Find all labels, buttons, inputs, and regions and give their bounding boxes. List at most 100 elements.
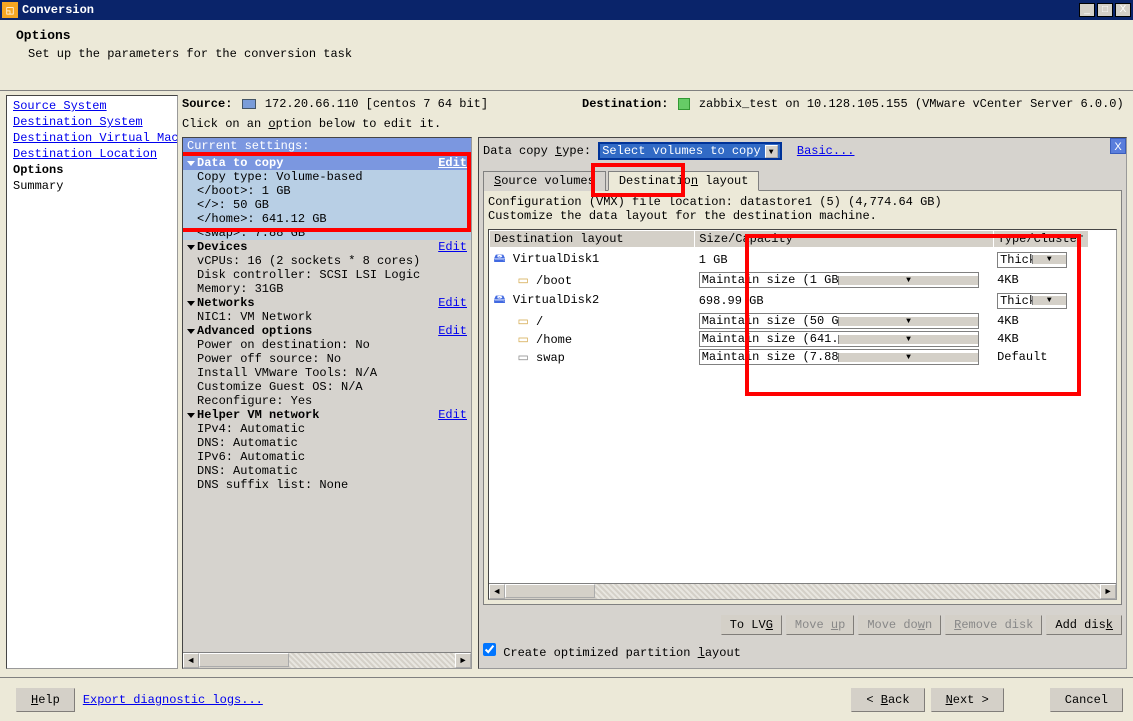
volume-icon: ▭: [518, 274, 529, 288]
maximize-button[interactable]: □: [1097, 3, 1113, 17]
volume-icon: ▭: [518, 333, 529, 347]
back-button[interactable]: < Back: [851, 688, 924, 712]
edit-link-advanced[interactable]: Edit: [438, 324, 467, 338]
size-select[interactable]: Maintain size (7.88 GB)▼: [699, 349, 979, 365]
advanced-line: Install VMware Tools: N/A: [183, 366, 471, 380]
devices-line: vCPUs: 16 (2 sockets * 8 cores): [183, 254, 471, 268]
advanced-line: Power off source: No: [183, 352, 471, 366]
advanced-line: Power on destination: No: [183, 338, 471, 352]
remove-disk-button[interactable]: Remove disk: [945, 615, 1042, 635]
edit-instruction: Click on an option below to edit it.: [182, 117, 1127, 131]
tab-destination-layout[interactable]: Destination layout: [608, 171, 760, 191]
chevron-down-icon: [187, 161, 195, 166]
size-select[interactable]: Maintain size (1 GB)▼: [699, 272, 979, 288]
table-hscroll[interactable]: ◄►: [489, 583, 1116, 599]
helper-line: DNS suffix list: None: [183, 478, 471, 492]
cancel-button[interactable]: Cancel: [1050, 688, 1123, 712]
customize-line: Customize the data layout for the destin…: [488, 209, 1117, 223]
section-data-to-copy[interactable]: Data to copyEdit: [183, 156, 471, 170]
source-label: Source:: [182, 97, 232, 111]
add-disk-button[interactable]: Add disk: [1046, 615, 1122, 635]
col-size[interactable]: Size/Capacity: [695, 231, 993, 248]
page-title: Options: [16, 28, 1117, 43]
section-advanced[interactable]: Advanced optionsEdit: [183, 324, 471, 338]
settings-hscroll[interactable]: ◄►: [183, 652, 471, 668]
data-line: </home>: 641.12 GB: [183, 212, 471, 226]
chevron-down-icon: [187, 245, 195, 250]
copy-type-select[interactable]: Select volumes to copy▼: [598, 142, 781, 160]
close-button[interactable]: X: [1115, 3, 1131, 17]
wizard-steps-sidebar: Source System Destination System Destina…: [6, 95, 178, 669]
type-select[interactable]: Thick▼: [997, 293, 1067, 309]
page-subtitle: Set up the parameters for the conversion…: [28, 47, 1117, 61]
app-icon: ◱: [2, 2, 18, 18]
footer-bar: Help Export diagnostic logs... < Back Ne…: [0, 677, 1133, 721]
move-down-button[interactable]: Move down: [858, 615, 941, 635]
chevron-down-icon: [187, 413, 195, 418]
type-select[interactable]: Thick▼: [997, 252, 1067, 268]
devices-line: Disk controller: SCSI LSI Logic: [183, 268, 471, 282]
chevron-down-icon: ▼: [765, 145, 778, 158]
export-logs-link[interactable]: Export diagnostic logs...: [83, 693, 263, 707]
help-button[interactable]: Help: [16, 688, 75, 712]
helper-line: DNS: Automatic: [183, 436, 471, 450]
sidebar-item-destination-system[interactable]: Destination System: [9, 114, 175, 130]
window-title: Conversion: [22, 3, 1079, 17]
sidebar-item-options[interactable]: Options: [9, 162, 175, 178]
to-lvg-button[interactable]: To LVG: [721, 615, 782, 635]
destination-layout-table: Destination layout Size/Capacity Type/Cl…: [488, 229, 1117, 600]
optimized-layout-label: Create optimized partition layout: [503, 646, 741, 660]
helper-line: IPv6: Automatic: [183, 450, 471, 464]
swap-icon: ▭: [518, 351, 529, 365]
data-line: </boot>: 1 GB: [183, 184, 471, 198]
networks-line: NIC1: VM Network: [183, 310, 471, 324]
chevron-down-icon: [187, 301, 195, 306]
page-header: Options Set up the parameters for the co…: [0, 20, 1133, 71]
titlebar: ◱ Conversion _ □ X: [0, 0, 1133, 20]
section-networks[interactable]: NetworksEdit: [183, 296, 471, 310]
volume-icon: ▭: [518, 315, 529, 329]
data-line: </>: 50 GB: [183, 198, 471, 212]
optimized-layout-checkbox[interactable]: [483, 643, 496, 656]
size-select[interactable]: Maintain size (50 GB)▼: [699, 313, 979, 329]
settings-panel: Current settings: Data to copyEdit Copy …: [182, 137, 472, 669]
col-type[interactable]: Type/Cluster: [993, 231, 1088, 248]
dest-value: zabbix_test on 10.128.105.155 (VMware vC…: [699, 97, 1124, 111]
edit-link-data[interactable]: Edit: [438, 156, 467, 170]
helper-line: DNS: Automatic: [183, 464, 471, 478]
config-file-line: Configuration (VMX) file location: datas…: [488, 195, 1117, 209]
advanced-line: Customize Guest OS: N/A: [183, 380, 471, 394]
copy-type-label: Data copy type:: [483, 144, 591, 158]
edit-link-networks[interactable]: Edit: [438, 296, 467, 310]
section-devices[interactable]: DevicesEdit: [183, 240, 471, 254]
data-line: <swap>: 7.88 GB: [183, 226, 471, 240]
table-row: ▭ /home Maintain size (641.12 GB)▼ 4KB: [490, 330, 1089, 348]
section-helper-vm[interactable]: Helper VM networkEdit: [183, 408, 471, 422]
tab-source-volumes[interactable]: Source volumes: [483, 171, 606, 191]
edit-link-devices[interactable]: Edit: [438, 240, 467, 254]
panel-close-icon[interactable]: X: [1110, 138, 1126, 154]
size-select[interactable]: Maintain size (641.12 GB)▼: [699, 331, 979, 347]
table-row: ▭ swap Maintain size (7.88 GB)▼ Default: [490, 348, 1089, 366]
sidebar-item-summary[interactable]: Summary: [9, 178, 175, 194]
advanced-line: Reconfigure: Yes: [183, 394, 471, 408]
edit-link-helper[interactable]: Edit: [438, 408, 467, 422]
vm-icon: [678, 98, 690, 110]
sidebar-item-destination-location[interactable]: Destination Location: [9, 146, 175, 162]
source-dest-line: Source: 172.20.66.110 [centos 7 64 bit] …: [182, 95, 1127, 113]
table-row: ▭ / Maintain size (50 GB)▼ 4KB: [490, 312, 1089, 330]
host-icon: [242, 99, 256, 109]
next-button[interactable]: Next >: [931, 688, 1004, 712]
move-up-button[interactable]: Move up: [786, 615, 854, 635]
devices-line: Memory: 31GB: [183, 282, 471, 296]
table-row: 🖴 VirtualDisk2 698.99 GB Thick▼: [490, 289, 1089, 312]
sidebar-item-source-system[interactable]: Source System: [9, 98, 175, 114]
table-row: ▭ /boot Maintain size (1 GB)▼ 4KB: [490, 271, 1089, 289]
dest-label: Destination:: [582, 97, 668, 111]
basic-link[interactable]: Basic...: [797, 144, 855, 158]
data-line: Copy type: Volume-based: [183, 170, 471, 184]
sidebar-item-destination-vm[interactable]: Destination Virtual Machine: [9, 130, 175, 146]
disk-icon: 🖴: [494, 293, 506, 307]
minimize-button[interactable]: _: [1079, 3, 1095, 17]
col-layout[interactable]: Destination layout: [490, 231, 695, 248]
